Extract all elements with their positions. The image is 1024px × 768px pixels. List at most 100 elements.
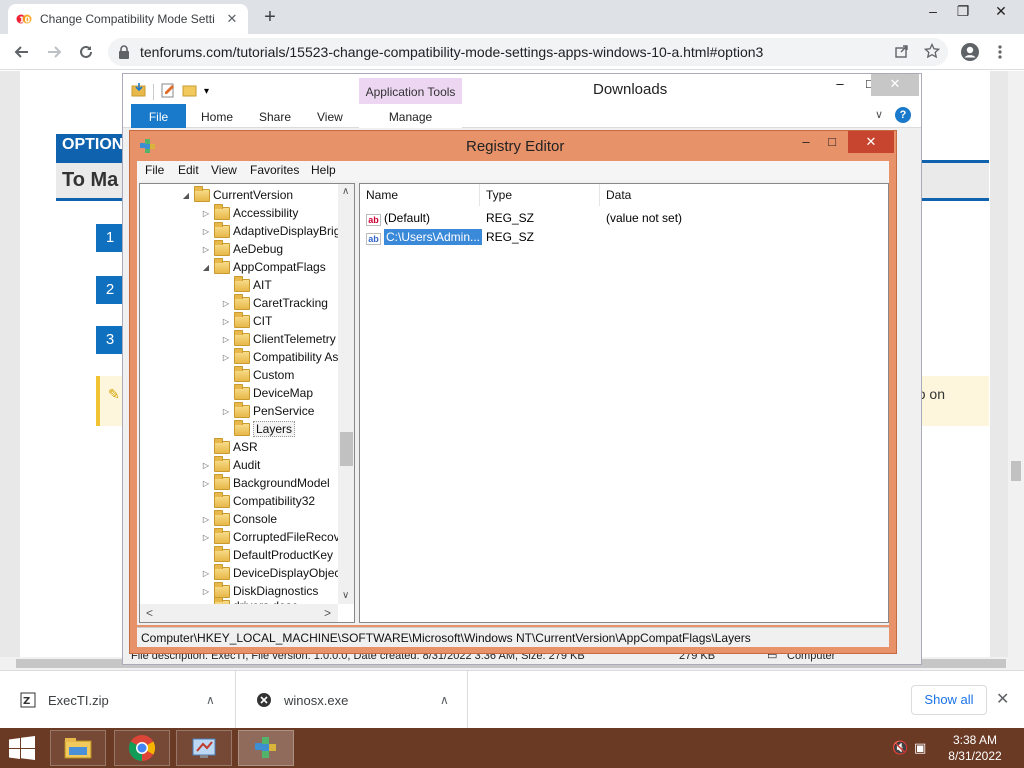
new-tab-button[interactable]: +	[258, 6, 282, 30]
tree-node-selected[interactable]: Layers	[220, 419, 296, 438]
forward-button[interactable]	[42, 40, 66, 64]
chevron-up-icon[interactable]: ∧	[440, 693, 449, 707]
explorer-close-button[interactable]: ✕	[871, 74, 919, 96]
taskbar-clock[interactable]: 3:38 AM 8/31/2022	[940, 732, 1010, 764]
expand-icon[interactable]: ▷	[200, 209, 212, 218]
tree-node[interactable]: ▷ AdaptiveDisplayBrightness	[200, 221, 354, 240]
column-header-type[interactable]: Type	[480, 184, 600, 206]
expand-icon[interactable]: ▷	[220, 353, 232, 362]
network-icon[interactable]: ▣	[914, 740, 926, 756]
registry-values-list[interactable]: Name Type Data ab (Default) REG_SZ (value…	[359, 183, 889, 623]
scroll-left-icon[interactable]: <	[146, 606, 153, 620]
tree-horizontal-scrollbar[interactable]: < >	[140, 604, 338, 622]
tree-node[interactable]: ▷ Accessibility	[200, 203, 298, 222]
address-bar[interactable]: tenforums.com/tutorials/15523-change-com…	[108, 38, 948, 66]
expand-icon[interactable]: ▷	[220, 335, 232, 344]
expand-icon[interactable]: ▷	[200, 587, 212, 596]
tree-node[interactable]: ▷Compatibility Assistant	[220, 347, 354, 366]
chevron-up-icon[interactable]: ∧	[206, 693, 215, 707]
tree-node[interactable]: ASR	[200, 437, 258, 456]
tree-node[interactable]: ◢ AppCompatFlags	[200, 257, 326, 276]
new-folder-icon[interactable]	[182, 82, 198, 101]
tab-file[interactable]: File	[131, 104, 186, 128]
start-button[interactable]	[8, 736, 38, 760]
scroll-down-icon[interactable]: ∨	[342, 590, 349, 601]
expand-icon[interactable]: ▷	[200, 461, 212, 470]
back-button[interactable]	[10, 40, 34, 64]
tree-node[interactable]: ▷ BackgroundModel	[200, 473, 330, 492]
scroll-up-icon[interactable]: ∧	[342, 186, 349, 197]
regedit-address-bar[interactable]: Computer\HKEY_LOCAL_MACHINE\SOFTWARE\Mic…	[137, 627, 889, 647]
regedit-minimize-button[interactable]: –	[792, 133, 820, 153]
tree-node[interactable]: ▷ Console	[200, 509, 277, 528]
tree-node[interactable]: Custom	[220, 365, 294, 384]
collapse-icon[interactable]: ◢	[180, 191, 192, 200]
help-icon[interactable]: ?	[895, 107, 911, 123]
expand-icon[interactable]: ▷	[220, 407, 232, 416]
close-shelf-icon[interactable]: ✕	[996, 689, 1009, 709]
value-row[interactable]: ab (Default) REG_SZ (value not set)	[360, 209, 888, 228]
tree-node[interactable]: AIT	[220, 275, 272, 294]
taskbar-chrome[interactable]	[114, 730, 170, 766]
value-row-selected[interactable]: ab C:\Users\Admin... REG_SZ	[360, 228, 888, 247]
regedit-maximize-button[interactable]: □	[818, 133, 846, 153]
expand-icon[interactable]: ▷	[200, 227, 212, 236]
qat-dropdown-icon[interactable]: ▾	[204, 86, 209, 97]
tree-node[interactable]: ▷ CorruptedFileRecovery	[200, 527, 354, 546]
profile-avatar[interactable]	[958, 40, 982, 64]
column-header-name[interactable]: Name	[360, 184, 480, 206]
tab-home[interactable]: Home	[201, 104, 233, 128]
ribbon-expand-icon[interactable]: ∨	[875, 108, 883, 121]
tab-view[interactable]: View	[317, 104, 343, 128]
tree-node[interactable]: ▷ DeviceDisplayObjects	[200, 563, 350, 582]
bookmark-star-icon[interactable]	[923, 42, 941, 62]
expand-icon[interactable]: ▷	[200, 479, 212, 488]
column-header-data[interactable]: Data	[600, 184, 888, 206]
expand-icon[interactable]: ▷	[200, 515, 212, 524]
taskbar-control-panel[interactable]	[176, 730, 232, 766]
expand-icon[interactable]: ▷	[220, 317, 232, 326]
regedit-close-button[interactable]: ✕	[848, 131, 894, 153]
tree-node[interactable]: DefaultProductKey	[200, 545, 333, 564]
menu-favorites[interactable]: Favorites	[250, 163, 299, 177]
expand-icon[interactable]: ▷	[200, 533, 212, 542]
properties-icon[interactable]	[160, 82, 176, 101]
download-item[interactable]: winosx.exe ∧	[236, 671, 468, 729]
page-vertical-scrollbar[interactable]	[1008, 71, 1024, 657]
download-item[interactable]: Z ExecTI.zip ∧	[0, 671, 236, 729]
tree-node[interactable]: ◢ CurrentVersion	[180, 185, 293, 204]
scroll-right-icon[interactable]: >	[324, 606, 331, 620]
tree-node[interactable]: ▷ PenService	[220, 401, 314, 420]
tree-vertical-scrollbar[interactable]: ∧ ∨	[338, 184, 354, 604]
share-icon[interactable]	[894, 43, 910, 62]
menu-edit[interactable]: Edit	[178, 163, 199, 177]
folder-down-icon[interactable]	[131, 82, 147, 101]
show-all-downloads-button[interactable]: Show all	[911, 685, 987, 715]
registry-key-tree[interactable]: ◢ CurrentVersion ▷ Accessibility ▷ Adaptive…	[139, 183, 355, 623]
tab-share[interactable]: Share	[259, 104, 291, 128]
menu-view[interactable]: View	[211, 163, 237, 177]
tree-node[interactable]: ▷ CIT	[220, 311, 272, 330]
expand-icon[interactable]: ▷	[200, 245, 212, 254]
tab-close-icon[interactable]: ✕	[224, 11, 240, 27]
expand-icon[interactable]: ▷	[220, 299, 232, 308]
tree-node[interactable]: ▷ ClientTelemetry	[220, 329, 336, 348]
tab-manage[interactable]: Manage	[359, 104, 462, 128]
taskbar-file-explorer[interactable]	[50, 730, 106, 766]
tree-node[interactable]: ▷ CaretTracking	[220, 293, 328, 312]
tree-node[interactable]: DeviceMap	[220, 383, 313, 402]
expand-icon[interactable]: ▷	[200, 569, 212, 578]
taskbar-registry-editor[interactable]	[238, 730, 294, 766]
tree-node[interactable]: ▷ AeDebug	[200, 239, 283, 258]
tree-scroll-thumb[interactable]	[340, 432, 353, 466]
menu-help[interactable]: Help	[311, 163, 336, 177]
reload-button[interactable]	[74, 40, 98, 64]
tree-node[interactable]: Compatibility32	[200, 491, 315, 510]
page-scroll-thumb[interactable]	[1011, 461, 1021, 481]
tree-node[interactable]: ▷ Audit	[200, 455, 260, 474]
menu-file[interactable]: File	[145, 163, 164, 177]
browser-close-button[interactable]: ✕	[978, 0, 1024, 30]
browser-menu-button[interactable]	[988, 40, 1012, 64]
volume-muted-icon[interactable]: 🔇	[892, 740, 908, 756]
browser-tab[interactable]: 10 Change Compatibility Mode Setti ✕	[8, 4, 248, 34]
